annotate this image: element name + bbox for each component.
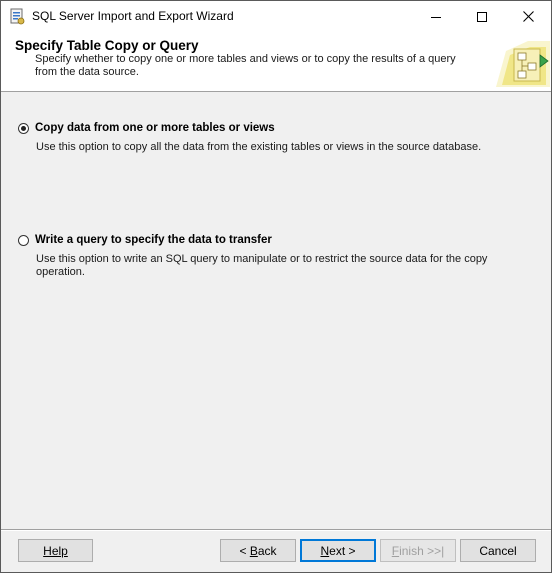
close-button[interactable] bbox=[505, 1, 551, 32]
minimize-icon bbox=[431, 12, 441, 22]
title-bar[interactable]: SQL Server Import and Export Wizard bbox=[1, 1, 551, 32]
finish-button[interactable]: Finish >>| bbox=[380, 539, 456, 562]
finish-button-mnemonic: F bbox=[391, 543, 400, 558]
wizard-app-icon bbox=[9, 8, 25, 25]
minimize-button[interactable] bbox=[413, 1, 459, 32]
wizard-header: Specify Table Copy or Query Specify whet… bbox=[1, 32, 551, 92]
page-title: Specify Table Copy or Query bbox=[15, 38, 199, 53]
window-title: SQL Server Import and Export Wizard bbox=[32, 9, 234, 23]
maximize-button[interactable] bbox=[459, 1, 505, 32]
wizard-banner-icon bbox=[492, 37, 550, 89]
copy-tables-description: Use this option to copy all the data fro… bbox=[36, 141, 482, 153]
maximize-icon bbox=[477, 11, 487, 22]
copy-tables-radio[interactable] bbox=[18, 123, 29, 134]
wizard-window: SQL Server Import and Export Wizard Spec… bbox=[0, 0, 552, 573]
cancel-button[interactable]: Cancel bbox=[460, 539, 536, 562]
back-button[interactable]: < Back bbox=[220, 539, 296, 562]
write-query-label[interactable]: Write a query to specify the data to tra… bbox=[35, 234, 272, 246]
close-icon bbox=[522, 11, 534, 22]
back-button-prefix: < bbox=[239, 543, 250, 558]
finish-button-rest: inish >>| bbox=[399, 543, 445, 558]
write-query-radio[interactable] bbox=[18, 235, 29, 246]
help-button-label: Help bbox=[43, 543, 68, 558]
write-query-description: Use this option to write an SQL query to… bbox=[36, 253, 488, 278]
help-button[interactable]: Help bbox=[18, 539, 93, 562]
back-button-mnemonic: B bbox=[249, 543, 258, 558]
next-button[interactable]: Next > bbox=[300, 539, 376, 562]
cancel-button-label: Cancel bbox=[479, 543, 517, 558]
copy-tables-label[interactable]: Copy data from one or more tables or vie… bbox=[35, 122, 275, 134]
footer-divider-highlight bbox=[1, 530, 551, 531]
back-button-rest: ack bbox=[257, 543, 277, 558]
page-description: Specify whether to copy one or more tabl… bbox=[35, 53, 456, 78]
next-button-rest: ext > bbox=[329, 543, 356, 558]
next-button-mnemonic: N bbox=[320, 543, 330, 558]
